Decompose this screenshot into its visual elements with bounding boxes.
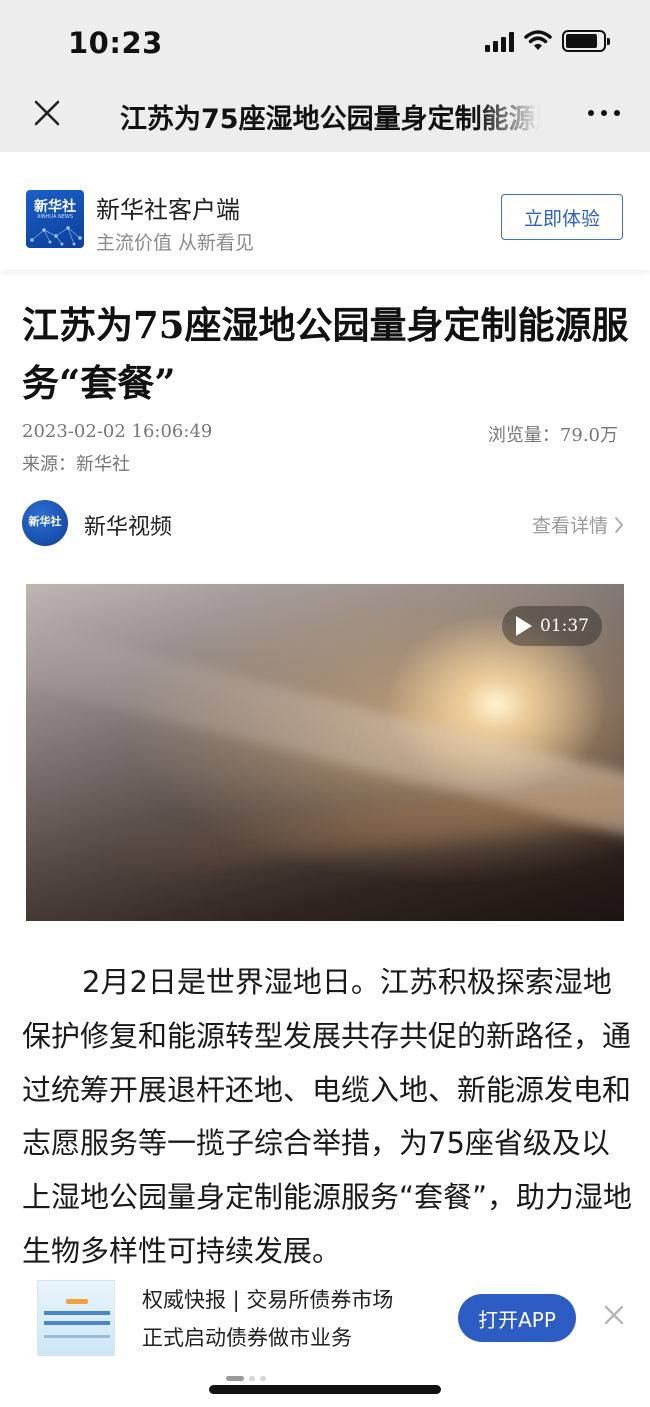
more-dots-icon[interactable] xyxy=(588,100,620,116)
top-bar: 10:23 江苏为75座湿地公园量身定制能源服务“套餐” xyxy=(0,0,650,152)
article-body-paragraph: 2月2日是世界湿地日。江苏积极探索湿地保护修复和能源转型发展共存共促的新路径，通… xyxy=(22,965,633,1268)
promo-headline-line1[interactable]: 权威快报 | 交易所债券市场 xyxy=(142,1284,393,1314)
close-icon[interactable] xyxy=(603,1304,625,1326)
video-duration: 01:37 xyxy=(540,616,589,636)
status-icons xyxy=(485,30,610,52)
article-source: 来源：新华社 xyxy=(22,454,130,475)
nav-title: 江苏为75座湿地公园量身定制能源服务“套餐” xyxy=(120,104,540,135)
author-avatar[interactable]: 新华社 xyxy=(22,500,68,546)
battery-level xyxy=(566,34,597,48)
promo-thumbnail[interactable] xyxy=(37,1280,115,1356)
status-time: 10:23 xyxy=(68,26,163,60)
chevron-right-icon xyxy=(615,516,624,533)
xinhua-logo: 新华社 XINHUA NEWS xyxy=(26,190,84,248)
open-app-button[interactable]: 打开APP xyxy=(458,1294,576,1342)
app-name: 新华社客户端 xyxy=(96,196,240,224)
app-banner: 新华社 XINHUA NEWS 新华社客户端 主流价值 从新看见 立即体验 xyxy=(0,152,650,270)
view-details-link[interactable]: 查看详情 xyxy=(532,511,624,538)
article-headline: 江苏为75座湿地公园量身定制能源服务“套餐” xyxy=(22,303,629,405)
view-count: 浏览量：79.0万 xyxy=(487,425,618,446)
wifi-icon xyxy=(524,30,552,50)
promo-headline-line2[interactable]: 正式启动债券做市业务 xyxy=(142,1322,352,1352)
signal-icon xyxy=(485,30,514,52)
publish-date: 2023-02-02 16:06:49 xyxy=(22,421,213,442)
page-indicator xyxy=(226,1376,266,1381)
network-graphic-icon xyxy=(30,226,82,246)
app-slogan: 主流价值 从新看见 xyxy=(96,232,255,254)
battery-icon xyxy=(562,30,610,52)
try-now-button[interactable]: 立即体验 xyxy=(501,194,623,240)
video-player[interactable]: 01:37 xyxy=(26,584,624,921)
video-play-badge[interactable]: 01:37 xyxy=(502,606,602,646)
close-icon[interactable] xyxy=(30,96,64,130)
view-details-label: 查看详情 xyxy=(531,515,608,537)
home-indicator[interactable] xyxy=(209,1385,441,1394)
author-name[interactable]: 新华视频 xyxy=(84,509,172,541)
avatar-text: 新华社 xyxy=(28,515,62,528)
play-icon xyxy=(516,616,532,636)
